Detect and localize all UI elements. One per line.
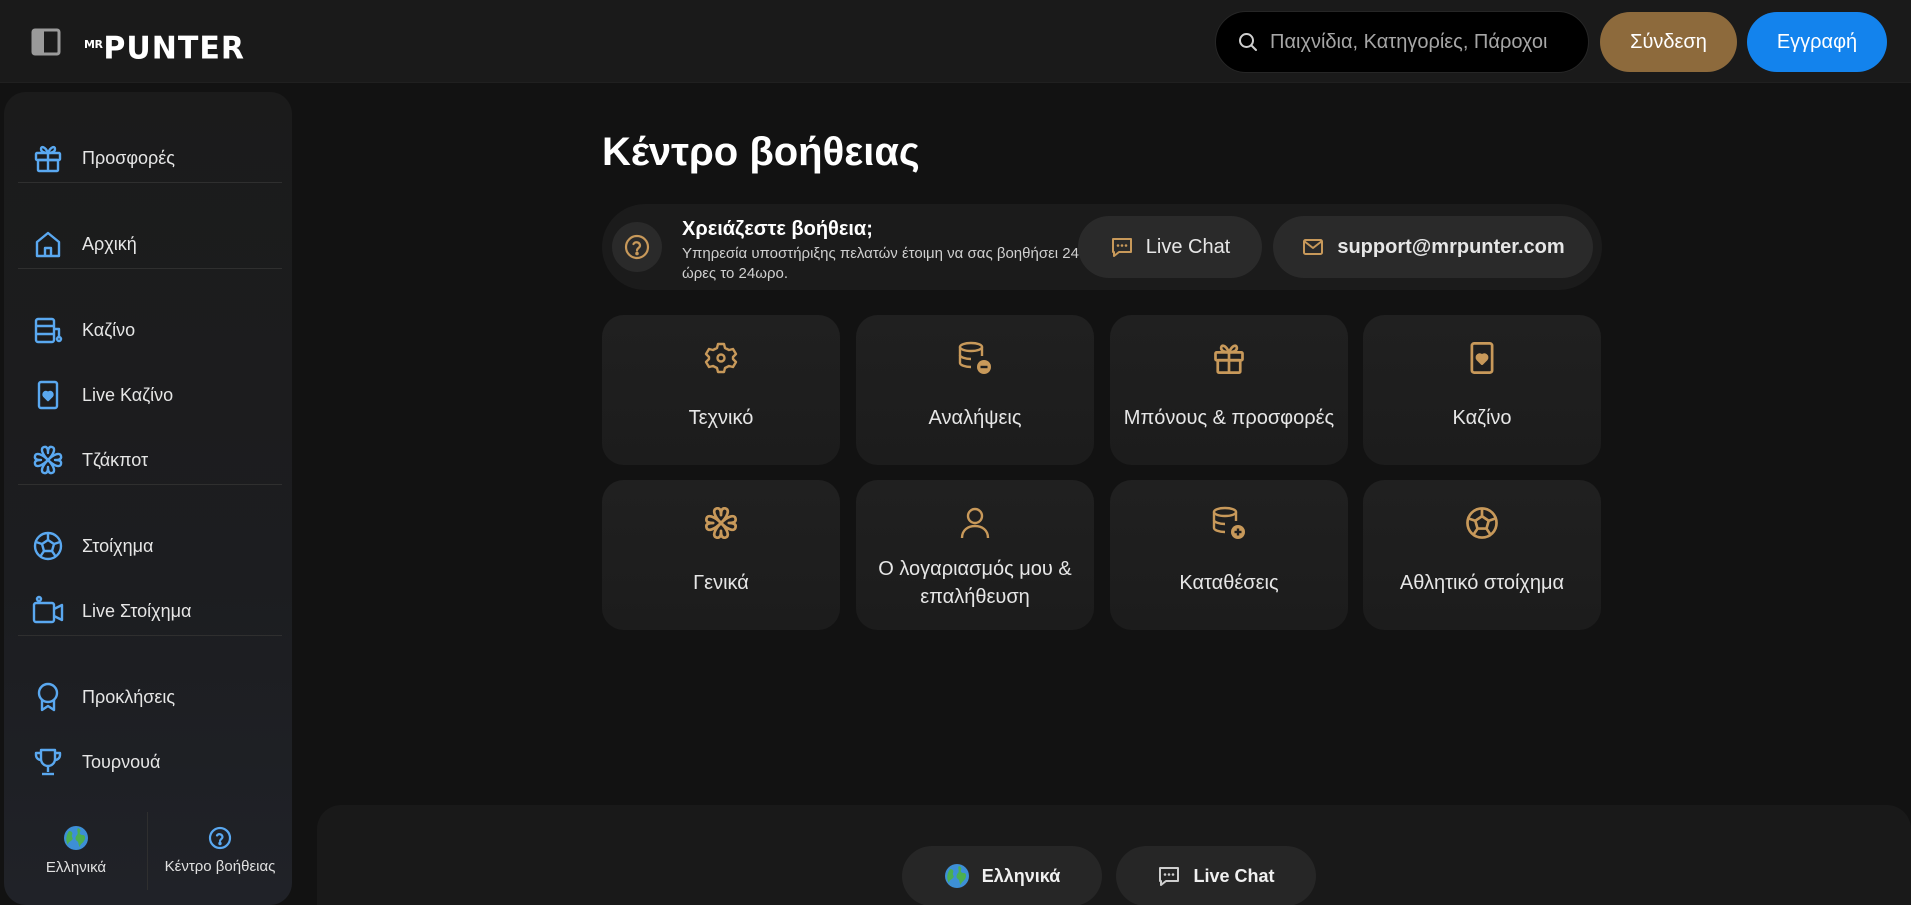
footer-live-chat-label: Live Chat: [1193, 865, 1275, 886]
coins-minus-icon: [956, 339, 994, 377]
sidebar-item-label: Αρχική: [82, 233, 137, 254]
support-email-label: support@mrpunter.com: [1337, 235, 1565, 258]
category-label: Αναλήψεις: [928, 407, 1022, 429]
sidebar-item-home[interactable]: Αρχική: [30, 224, 270, 264]
sidebar-item-label: Προκλήσεις: [82, 686, 176, 707]
logo-punter-text: PUNTER: [103, 30, 245, 67]
category-card-bonus-offers[interactable]: Μπόνους & προσφορές: [1110, 315, 1348, 465]
sidebar-item-label: Live Καζίνο: [82, 384, 174, 405]
sidebar-language-label: Ελληνικά: [45, 858, 107, 876]
sidebar-item-label: Live Στοίχημα: [82, 600, 192, 621]
sidebar-help-center-label: Κέντρο βοήθειας: [164, 857, 276, 875]
category-label: Καζίνο: [1452, 407, 1512, 429]
clover-icon: [702, 504, 740, 542]
help-bar: Χρειάζεστε βοήθεια; Υπηρεσία υποστήριξης…: [602, 204, 1602, 290]
sidebar-item-live-casino[interactable]: Live Καζίνο: [30, 375, 270, 415]
category-card-casino[interactable]: Καζίνο: [1363, 315, 1601, 465]
live-chat-label: Live Chat: [1145, 235, 1231, 258]
badge-icon: [30, 679, 66, 715]
sidebar-item-label: Στοίχημα: [82, 535, 154, 556]
footer-language-button[interactable]: Ελληνικά: [902, 846, 1102, 905]
gift-icon: [1210, 339, 1248, 377]
sidebar-item-label: Προσφορές: [82, 147, 175, 168]
sidebar-language-button[interactable]: Ελληνικά: [4, 800, 148, 900]
user-icon: [956, 504, 994, 542]
category-card-general[interactable]: Γενικά: [602, 480, 840, 630]
category-card-withdrawals[interactable]: Αναλήψεις: [856, 315, 1094, 465]
sidebar-divider: [18, 182, 282, 183]
category-card-deposits[interactable]: Καταθέσεις: [1110, 480, 1348, 630]
sidebar-bottom: Ελληνικά Κέντρο βοήθειας: [4, 800, 292, 905]
soccer-ball-icon: [30, 528, 66, 564]
support-email-button[interactable]: support@mrpunter.com: [1273, 216, 1593, 278]
sidebar-toggle-icon[interactable]: [30, 26, 62, 58]
live-chat-button[interactable]: Live Chat: [1078, 216, 1262, 278]
gear-icon: [702, 339, 740, 377]
casino-icon: [30, 312, 66, 348]
page-title: Κέντρο βοήθειας: [602, 130, 920, 174]
category-label: Τεχνικό: [688, 407, 754, 429]
coins-plus-icon: [1210, 504, 1248, 542]
home-icon: [30, 226, 66, 262]
sidebar-item-live-sports[interactable]: Live Στοίχημα: [30, 591, 270, 631]
video-camera-icon: [30, 593, 66, 629]
help-bar-title: Χρειάζεστε βοήθεια;: [682, 218, 873, 240]
question-circle-icon: [208, 826, 232, 850]
globe-icon: [63, 825, 89, 851]
logo-mr-text: MR: [84, 38, 103, 51]
chat-icon: [1157, 864, 1181, 888]
search-input[interactable]: [1270, 30, 1570, 54]
sidebar-item-offers[interactable]: Προσφορές: [30, 138, 270, 178]
footer-language-label: Ελληνικά: [981, 865, 1061, 886]
category-card-account-verification[interactable]: Ο λογαριασμός μου & επαλήθευση: [856, 480, 1094, 630]
card-heart-icon: [30, 377, 66, 413]
search-icon: [1238, 32, 1258, 52]
sidebar-item-label: Τουρνουά: [82, 751, 161, 772]
category-label: Αθλητικό στοίχημα: [1399, 572, 1565, 594]
footer-live-chat-button[interactable]: Live Chat: [1116, 846, 1316, 905]
soccer-ball-icon: [1463, 504, 1501, 542]
logo[interactable]: MR PUNTER: [84, 20, 245, 67]
mail-icon: [1301, 235, 1325, 259]
trophy-icon: [30, 744, 66, 780]
question-icon: [612, 222, 662, 272]
sidebar-item-label: Καζίνο: [82, 319, 136, 340]
sidebar-divider: [18, 635, 282, 636]
register-button[interactable]: Εγγραφή: [1747, 12, 1887, 72]
footer-panel: [317, 805, 1911, 905]
card-heart-icon: [1463, 339, 1501, 377]
sidebar: Προσφορές Αρχική Καζίνο Live Καζίνο Τζάκ…: [4, 92, 292, 905]
category-label: Γενικά: [693, 572, 749, 594]
category-label: Καταθέσεις: [1179, 572, 1279, 594]
sidebar-item-challenges[interactable]: Προκλήσεις: [30, 677, 270, 717]
category-card-technical[interactable]: Τεχνικό: [602, 315, 840, 465]
login-button[interactable]: Σύνδεση: [1600, 12, 1737, 72]
globe-icon: [944, 863, 970, 889]
sidebar-item-jackpot[interactable]: Τζάκποτ: [30, 440, 270, 480]
sidebar-item-label: Τζάκποτ: [82, 449, 149, 470]
chat-icon: [1110, 235, 1134, 259]
category-card-sports-betting[interactable]: Αθλητικό στοίχημα: [1363, 480, 1601, 630]
sidebar-item-sports[interactable]: Στοίχημα: [30, 526, 270, 566]
clover-icon: [30, 442, 66, 478]
gift-icon: [30, 140, 66, 176]
help-bar-subtitle: Υπηρεσία υποστήριξης πελατών έτοιμη να σ…: [682, 245, 1079, 282]
search-bar[interactable]: [1215, 11, 1589, 73]
sidebar-divider: [18, 484, 282, 485]
sidebar-item-tournaments[interactable]: Τουρνουά: [30, 742, 270, 782]
category-label: Ο λογαριασμός μου & επαλήθευση: [878, 558, 1072, 608]
sidebar-item-casino[interactable]: Καζίνο: [30, 310, 270, 350]
top-header: MR PUNTER Σύνδεση Εγγραφή: [0, 0, 1911, 83]
category-label: Μπόνους & προσφορές: [1123, 407, 1335, 429]
sidebar-divider: [18, 268, 282, 269]
sidebar-help-center-button[interactable]: Κέντρο βοήθειας: [148, 800, 292, 900]
